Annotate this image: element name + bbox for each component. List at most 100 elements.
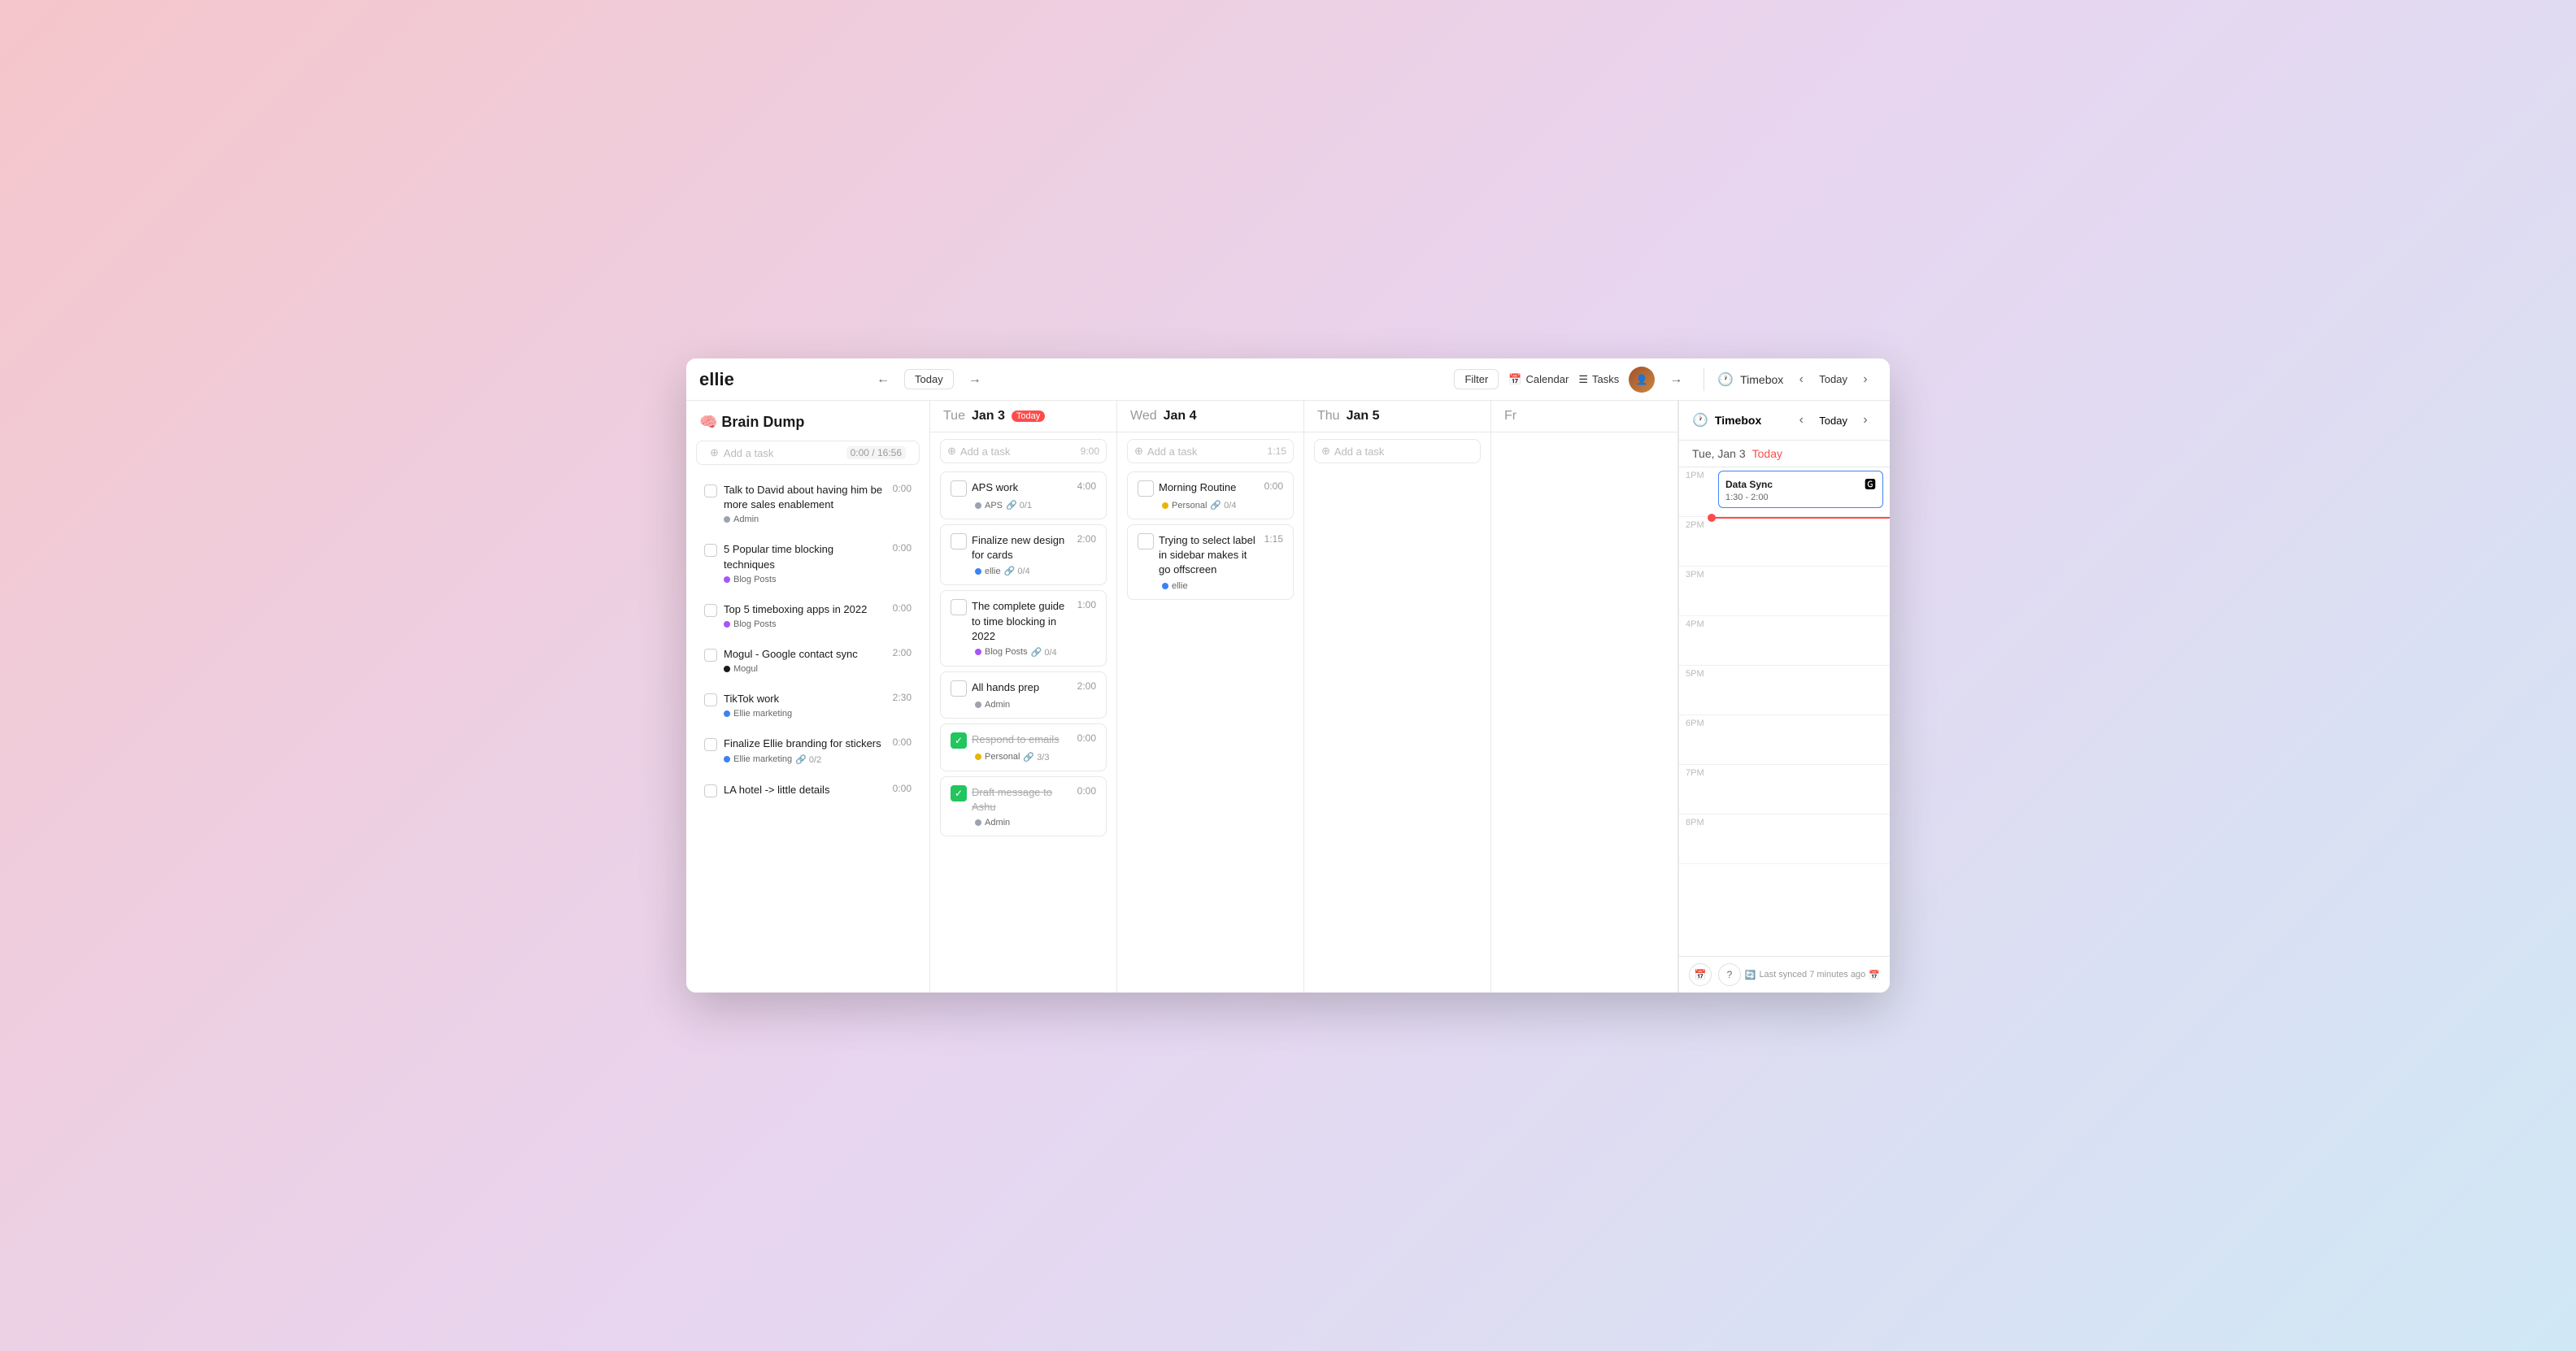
task-checkbox[interactable] <box>704 544 717 557</box>
cal-task-title: Finalize new design for cards <box>972 533 1071 563</box>
cal-task-check[interactable] <box>1138 533 1154 550</box>
task-title: Top 5 timeboxing apps in 2022 <box>724 602 886 617</box>
prev-arrow[interactable]: ← <box>872 368 894 391</box>
task-checkbox[interactable] <box>704 784 717 797</box>
calendar-button[interactable]: 📅 Calendar <box>1508 373 1569 386</box>
cal-task-card[interactable]: ✓ Draft message to Ashu 0:00 Admin <box>940 776 1107 836</box>
tag-label: Blog Posts <box>733 575 777 584</box>
day-column-0: Tue Jan 3 Today ⊕ Add a task 9:00 APS wo… <box>930 401 1117 993</box>
timebox-date: Tue, Jan 3 <box>1692 447 1746 460</box>
subtask-badge: 🔗 0/4 <box>1210 500 1236 510</box>
tag-dot <box>975 568 981 575</box>
tasks-button[interactable]: ☰ Tasks <box>1578 373 1619 386</box>
avatar[interactable]: 👤 <box>1629 367 1655 393</box>
day-add-task[interactable]: ⊕ Add a task <box>1314 439 1481 463</box>
time-label: 7PM <box>1679 765 1712 778</box>
filter-button[interactable]: Filter <box>1454 369 1499 389</box>
time-slot-area[interactable] <box>1712 517 1890 566</box>
sidebar-task-item[interactable]: Finalize Ellie branding for stickers Ell… <box>696 728 920 772</box>
day-add-task[interactable]: ⊕ Add a task 9:00 <box>940 439 1107 463</box>
sidebar-task-item[interactable]: Mogul - Google contact sync Mogul 2:00 <box>696 639 920 682</box>
cal-task-check[interactable] <box>951 680 967 697</box>
cal-task-check[interactable]: ✓ <box>951 732 967 749</box>
cal-task-check[interactable]: ✓ <box>951 785 967 801</box>
cal-task-card[interactable]: The complete guide to time blocking in 2… <box>940 590 1107 667</box>
cal-task-time: 2:00 <box>1077 680 1096 692</box>
cal-task-header: The complete guide to time blocking in 2… <box>951 599 1096 644</box>
today-button[interactable]: Today <box>904 369 954 389</box>
cal-task-meta: ellie <box>1138 581 1283 591</box>
time-slot-area[interactable] <box>1712 567 1890 615</box>
task-title: TikTok work <box>724 692 886 706</box>
cal-task-time: 0:00 <box>1077 785 1096 797</box>
cal-task-time: 1:15 <box>1264 533 1283 545</box>
task-time: 0:00 <box>893 602 912 614</box>
cal-task-header: Finalize new design for cards 2:00 <box>951 533 1096 563</box>
cal-task-header: All hands prep 2:00 <box>951 680 1096 697</box>
timebox-nav: ‹ Today › <box>1790 409 1877 432</box>
time-slot-area[interactable] <box>1712 765 1890 814</box>
calendar-footer-btn[interactable]: 📅 <box>1689 963 1712 986</box>
task-checkbox[interactable] <box>704 693 717 706</box>
day-date: Jan 3 <box>972 409 1005 424</box>
day-tasks: ⊕ Add a task 1:15 Morning Routine 0:00 P… <box>1117 432 1303 993</box>
cal-task-header: ✓ Respond to emails 0:00 <box>951 732 1096 749</box>
timebox-prev-arrow[interactable]: ‹ <box>1790 368 1812 391</box>
header-center: ← Today → <box>872 368 1444 391</box>
tag-label: Personal <box>985 752 1020 762</box>
subtask-badge: 🔗 0/4 <box>1004 566 1030 576</box>
time-label: 3PM <box>1679 567 1712 580</box>
sidebar: 🧠 Brain Dump ⊕ Add a task 0:00 / 16:56 T… <box>686 401 930 993</box>
time-slot-area[interactable] <box>1712 715 1890 764</box>
cal-task-card[interactable]: All hands prep 2:00 Admin <box>940 671 1107 719</box>
task-title: Mogul - Google contact sync <box>724 647 886 662</box>
sidebar-task-item[interactable]: Top 5 timeboxing apps in 2022 Blog Posts… <box>696 594 920 637</box>
cal-task-time: 2:00 <box>1077 533 1096 545</box>
next-arrow[interactable]: → <box>964 368 986 391</box>
task-checkbox[interactable] <box>704 484 717 497</box>
task-checkbox[interactable] <box>704 738 717 751</box>
time-slot-area[interactable] <box>1712 616 1890 665</box>
time-slot-area[interactable]: Data Sync 🅶 1:30 - 2:00 <box>1712 467 1890 516</box>
calendar-area: Tue Jan 3 Today ⊕ Add a task 9:00 APS wo… <box>930 401 1678 993</box>
tag-label: ellie <box>985 567 1001 576</box>
cal-task-meta: Blog Posts 🔗 0/4 <box>951 647 1096 658</box>
cal-task-card[interactable]: Morning Routine 0:00 Personal 🔗 0/4 <box>1127 471 1294 519</box>
cal-task-check[interactable] <box>951 599 967 615</box>
timebox-date-display: Tue, Jan 3 Today <box>1679 441 1890 467</box>
cal-task-check[interactable] <box>951 533 967 550</box>
task-checkbox[interactable] <box>704 649 717 662</box>
forward-arrow[interactable]: → <box>1664 368 1687 391</box>
timebox-clock-icon: 🕐 <box>1717 371 1734 388</box>
tag-label: Ellie marketing <box>733 754 792 764</box>
time-slot-area[interactable] <box>1712 815 1890 863</box>
timebox-nav-prev[interactable]: ‹ <box>1790 409 1812 432</box>
tag-dot <box>1162 502 1168 509</box>
cal-task-card[interactable]: Trying to select label in sidebar makes … <box>1127 524 1294 600</box>
time-label: 5PM <box>1679 666 1712 679</box>
sidebar-add-task[interactable]: ⊕ Add a task 0:00 / 16:56 <box>696 441 920 465</box>
sidebar-task-item[interactable]: LA hotel -> little details 0:00 <box>696 775 920 808</box>
task-checkbox[interactable] <box>704 604 717 617</box>
timebox-today-label: Today <box>1819 373 1847 385</box>
sidebar-task-item[interactable]: TikTok work Ellie marketing 2:30 <box>696 684 920 727</box>
task-meta: Ellie marketing <box>724 709 886 719</box>
cal-task-meta: Personal 🔗 3/3 <box>951 752 1096 762</box>
time-slot-area[interactable] <box>1712 666 1890 715</box>
timebox-next-arrow[interactable]: › <box>1854 368 1877 391</box>
sidebar-task-item[interactable]: 5 Popular time blocking techniques Blog … <box>696 534 920 592</box>
timebox-nav-next[interactable]: › <box>1854 409 1877 432</box>
cal-task-check[interactable] <box>951 480 967 497</box>
cal-task-card[interactable]: APS work 4:00 APS 🔗 0/1 <box>940 471 1107 519</box>
data-sync-card[interactable]: Data Sync 🅶 1:30 - 2:00 <box>1718 471 1883 508</box>
sidebar-task-item[interactable]: Talk to David about having him be more s… <box>696 475 920 532</box>
tag-label: Personal <box>1172 501 1207 510</box>
task-time: 0:00 <box>893 483 912 494</box>
cal-task-card[interactable]: ✓ Respond to emails 0:00 Personal 🔗 3/3 <box>940 723 1107 771</box>
app-logo: ellie <box>699 369 862 390</box>
cal-task-card[interactable]: Finalize new design for cards 2:00 ellie… <box>940 524 1107 585</box>
data-sync-time: 1:30 - 2:00 <box>1725 493 1876 502</box>
help-footer-btn[interactable]: ? <box>1718 963 1741 986</box>
cal-task-check[interactable] <box>1138 480 1154 497</box>
day-add-task[interactable]: ⊕ Add a task 1:15 <box>1127 439 1294 463</box>
